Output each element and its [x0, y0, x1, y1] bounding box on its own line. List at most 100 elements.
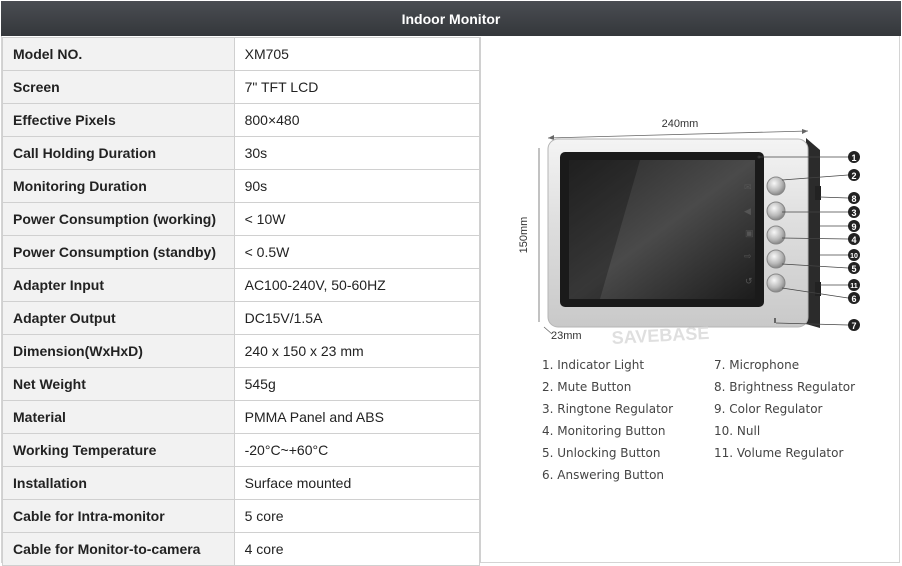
- table-row: Adapter Output DC15V/1.5A: [2, 301, 481, 335]
- legend-item: 5. Unlocking Button: [542, 446, 661, 460]
- spec-value: 90s: [233, 169, 481, 203]
- table-row: Material PMMA Panel and ABS: [2, 400, 481, 434]
- spec-key: Cable for Intra-monitor: [2, 499, 235, 533]
- microphone-hole: [774, 318, 776, 323]
- unlock-button[interactable]: [766, 249, 786, 269]
- spec-value: 30s: [233, 136, 481, 170]
- legend-item: 1. Indicator Light: [542, 358, 645, 372]
- spec-key: Screen: [2, 70, 235, 104]
- legend-item: 10. Null: [714, 424, 761, 438]
- callout-badge: 6: [848, 292, 860, 304]
- spec-value: 240 x 150 x 23 mm: [233, 334, 481, 368]
- callout-badge: 9: [848, 220, 860, 232]
- section-title: Indoor Monitor: [401, 10, 501, 27]
- callout-badge: 8: [848, 192, 860, 204]
- svg-text:11: 11: [850, 283, 858, 290]
- table-row: Model NO. XM705: [2, 37, 481, 71]
- svg-text:▣: ▣: [745, 228, 754, 238]
- spec-table: Model NO. XM705 Screen 7" TFT LCD Effectiv…: [2, 37, 481, 566]
- callout-badge: 3: [848, 206, 860, 218]
- table-row: Call Holding Duration 30s: [2, 136, 481, 170]
- monitoring-button[interactable]: [766, 225, 786, 245]
- svg-text:4: 4: [851, 235, 856, 245]
- table-row: Dimension(WxHxD) 240 x 150 x 23 mm: [2, 334, 481, 368]
- legend-item: 8. Brightness Regulator: [714, 380, 856, 394]
- svg-text:7: 7: [851, 321, 856, 331]
- svg-text:2: 2: [851, 171, 856, 181]
- legend-item: 7. Microphone: [714, 358, 800, 372]
- callout-badge: 7: [848, 319, 860, 331]
- callout-badge: 5: [848, 262, 860, 274]
- table-row: Net Weight 545g: [2, 367, 481, 401]
- table-row: Cable for Monitor-to-camera 4 core: [2, 532, 481, 566]
- legend-item: 4. Monitoring Button: [542, 424, 666, 438]
- table-row: Screen 7" TFT LCD: [2, 70, 481, 104]
- table-row: Adapter Input AC100-240V, 50-60HZ: [2, 268, 481, 302]
- callout-badge: 10: [848, 249, 860, 261]
- table-row: Power Consumption (standby) < 0.5W: [2, 235, 481, 269]
- section-header: Indoor Monitor: [1, 1, 901, 36]
- spec-value: < 0.5W: [233, 235, 481, 269]
- table-row: Cable for Intra-monitor 5 core: [2, 499, 481, 533]
- width-dimension-line: [547, 130, 809, 139]
- spec-value: PMMA Panel and ABS: [233, 400, 481, 434]
- spec-value: 7" TFT LCD: [233, 70, 481, 104]
- svg-text:9: 9: [851, 222, 856, 232]
- legend-item: 6. Answering Button: [542, 468, 665, 482]
- svg-text:5: 5: [851, 264, 856, 274]
- table-row: Monitoring Duration 90s: [2, 169, 481, 203]
- spec-value: Surface mounted: [233, 466, 481, 500]
- callout-badge: 2: [848, 169, 860, 181]
- spec-key: Adapter Output: [2, 301, 235, 335]
- legend-item: 3. Ringtone Regulator: [542, 402, 674, 416]
- spec-key: Dimension(WxHxD): [2, 334, 235, 368]
- svg-text:↺: ↺: [745, 276, 753, 286]
- width-label: 240mm: [662, 118, 699, 130]
- spec-key: Working Temperature: [2, 433, 235, 467]
- spec-key: Net Weight: [2, 367, 235, 401]
- spec-key: Material: [2, 400, 235, 434]
- table-row: Installation Surface mounted: [2, 466, 481, 500]
- legend-item: 11. Volume Regulator: [714, 446, 844, 460]
- spec-value: AC100-240V, 50-60HZ: [233, 268, 481, 302]
- spec-key: Power Consumption (standby): [2, 235, 235, 269]
- spec-value: -20°C~+60°C: [233, 433, 481, 467]
- table-row: Working Temperature -20°C~+60°C: [2, 433, 481, 467]
- spec-key: Call Holding Duration: [2, 136, 235, 170]
- spec-value: XM705: [233, 37, 481, 71]
- height-label: 150mm: [518, 217, 530, 254]
- ringtone-button[interactable]: [766, 201, 786, 221]
- svg-text:◀: ◀: [744, 206, 751, 216]
- spec-key: Monitoring Duration: [2, 169, 235, 203]
- callout-badge: 4: [848, 233, 860, 245]
- spec-key: Cable for Monitor-to-camera: [2, 532, 235, 566]
- table-row: Power Consumption (working) < 10W: [2, 202, 481, 236]
- answer-button[interactable]: [766, 273, 786, 293]
- spec-value: DC15V/1.5A: [233, 301, 481, 335]
- svg-text:⇨: ⇨: [744, 251, 752, 261]
- spec-key: Installation: [2, 466, 235, 500]
- callout-badge: 11: [848, 279, 860, 291]
- spec-value: 800×480: [233, 103, 481, 137]
- svg-text:3: 3: [851, 208, 856, 218]
- legend-item: 2. Mute Button: [542, 380, 632, 394]
- spec-key: Adapter Input: [2, 268, 235, 302]
- spec-key: Power Consumption (working): [2, 202, 235, 236]
- svg-text:6: 6: [851, 294, 856, 304]
- depth-label: 23mm: [551, 330, 582, 342]
- legend-item: 9. Color Regulator: [714, 402, 823, 416]
- product-diagram: 240mm 150mm 23mm SAVEBASE ✉ ◀ ▣ ⇨ ↺ 1 2 …: [518, 118, 860, 348]
- svg-text:✉: ✉: [744, 182, 752, 192]
- watermark: SAVEBASE: [611, 323, 710, 348]
- table-row: Effective Pixels 800×480: [2, 103, 481, 137]
- spec-key: Model NO.: [2, 37, 235, 71]
- spec-value: 5 core: [233, 499, 481, 533]
- svg-text:10: 10: [850, 253, 858, 260]
- spec-key: Effective Pixels: [2, 103, 235, 137]
- spec-value: 4 core: [233, 532, 481, 566]
- spec-value: 545g: [233, 367, 481, 401]
- svg-text:1: 1: [851, 153, 856, 163]
- spec-value: < 10W: [233, 202, 481, 236]
- svg-text:8: 8: [851, 194, 856, 204]
- callout-badge: 1: [848, 151, 860, 163]
